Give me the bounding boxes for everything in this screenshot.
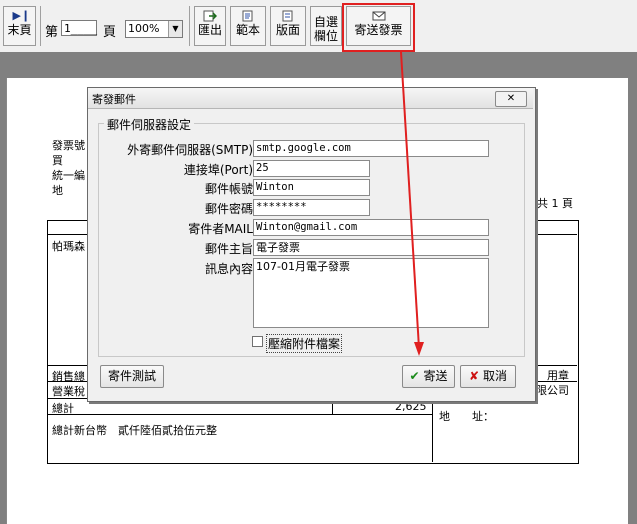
annotation-arrow — [400, 51, 424, 356]
